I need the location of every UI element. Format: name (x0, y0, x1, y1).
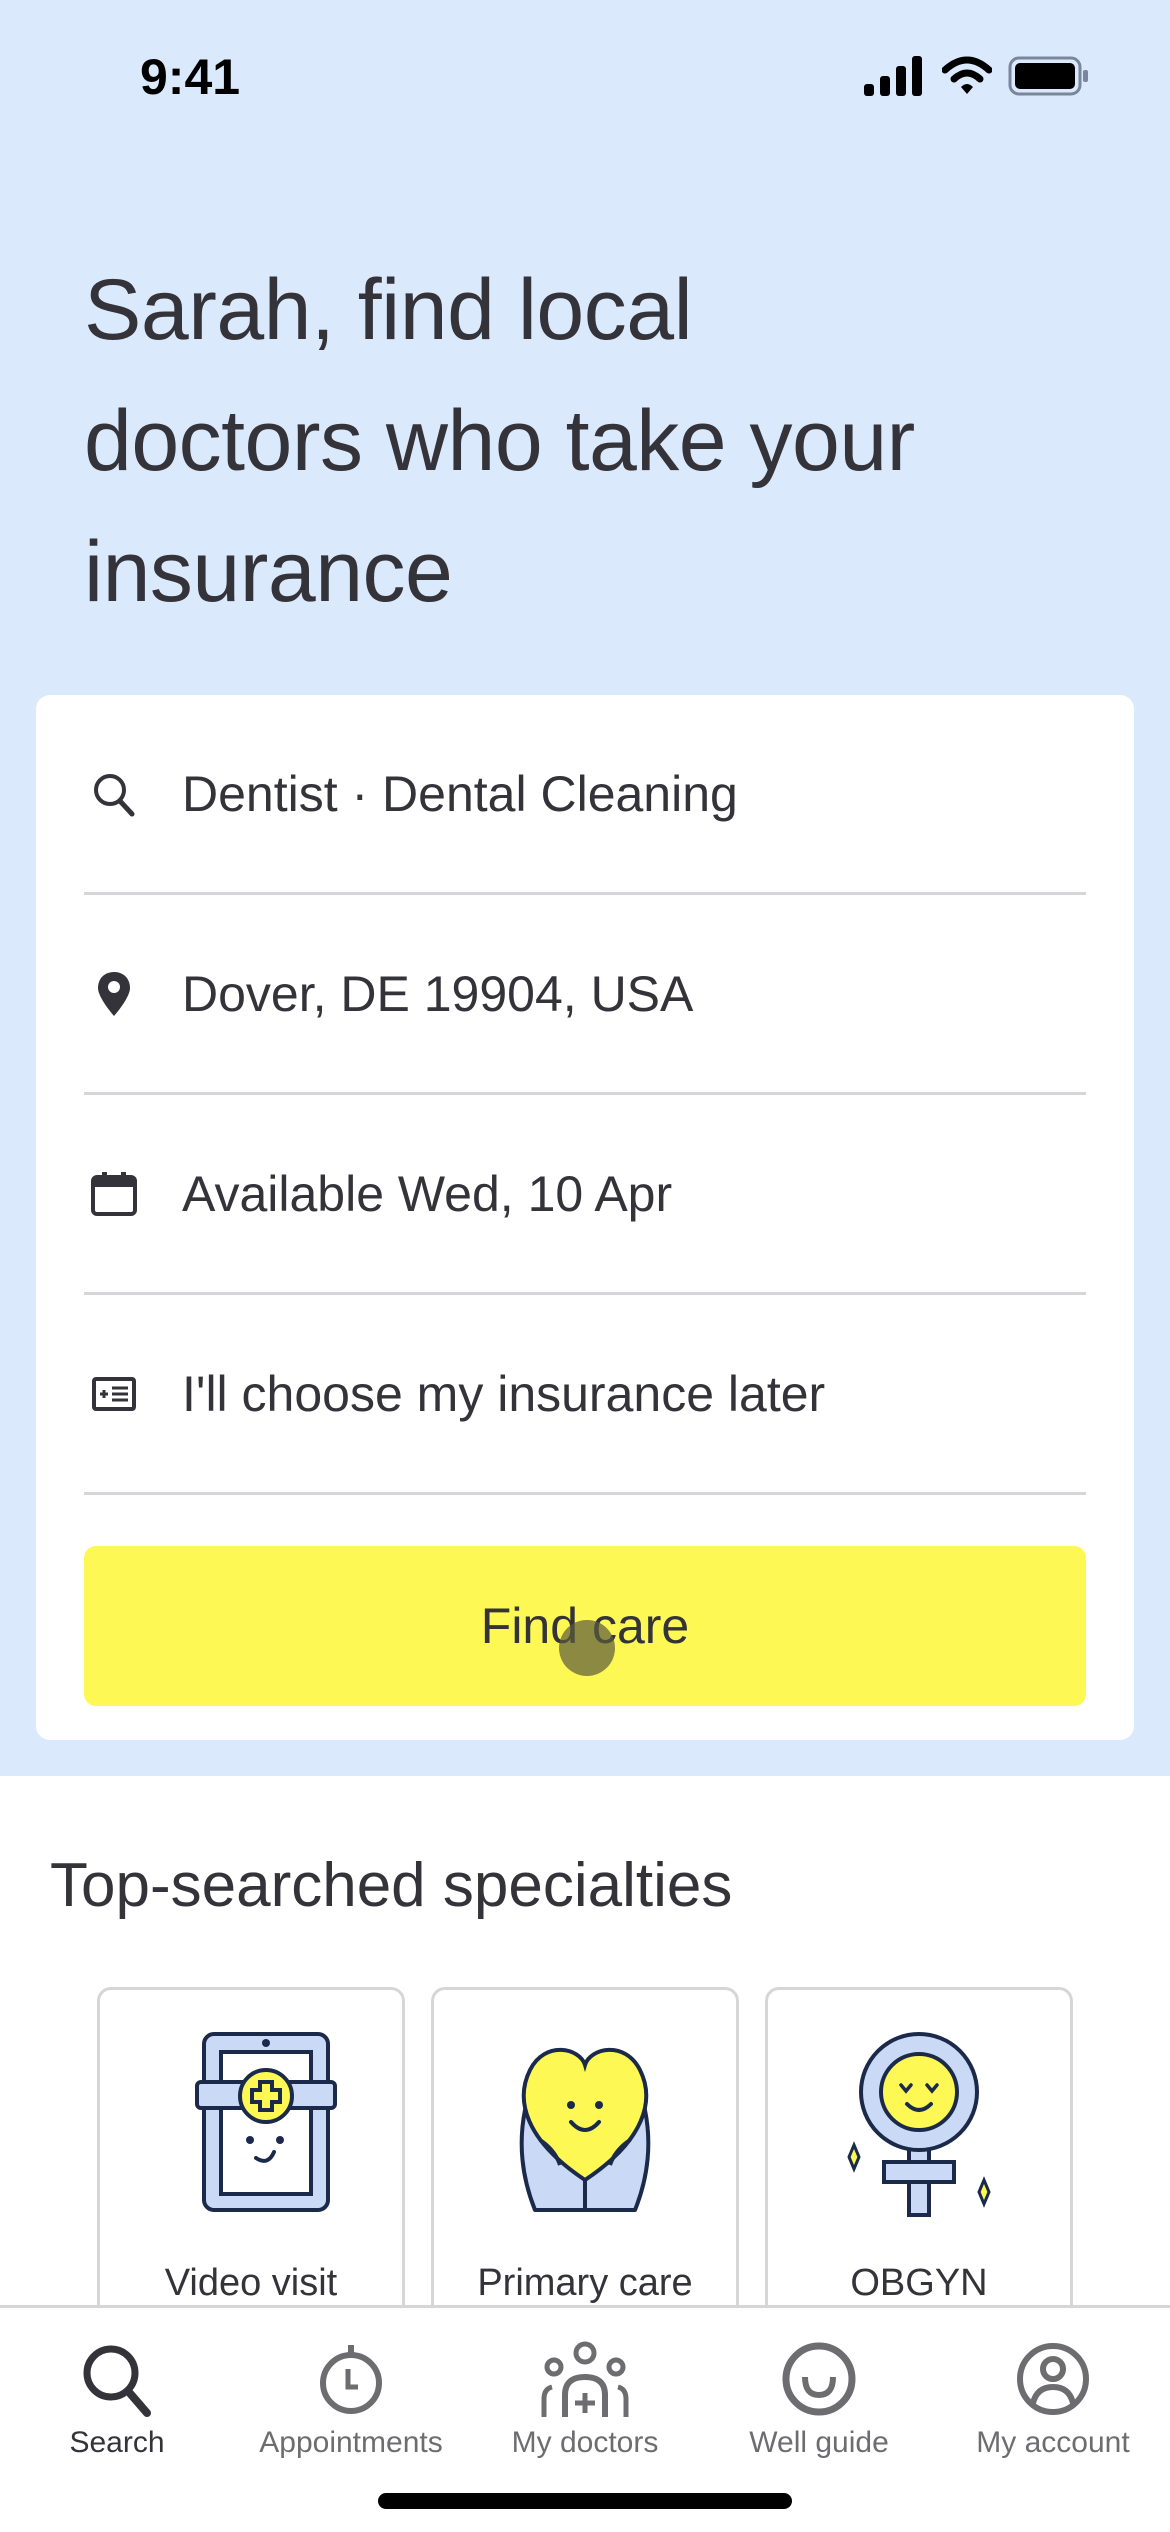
tab-label: Appointments (259, 2426, 443, 2459)
insurance-field[interactable]: I'll choose my insurance later (84, 1295, 1086, 1495)
headline-line: insurance (84, 524, 453, 620)
date-field[interactable]: Available Wed, 10 Apr (84, 1095, 1086, 1295)
tab-my-account[interactable]: My account (936, 2338, 1170, 2460)
page-headline: Sarah, find local doctors who take your … (84, 245, 1084, 638)
specialty-tile-label: OBGYN (850, 2262, 988, 2304)
touch-indicator (559, 1620, 615, 1676)
search-icon (0, 2338, 234, 2420)
location-value: Dover, DE 19904, USA (182, 965, 694, 1022)
search-icon (84, 770, 144, 818)
insurance-card-icon (84, 1376, 144, 1411)
headline-line: Sarah, find local (84, 262, 693, 358)
tab-label: My doctors (511, 2426, 659, 2459)
calendar-icon (84, 1171, 144, 1217)
location-field[interactable]: Dover, DE 19904, USA (84, 895, 1086, 1095)
home-indicator[interactable] (378, 2493, 792, 2509)
specialty-tile-label: Primary care (477, 2262, 693, 2304)
status-icons (864, 56, 1090, 96)
date-value: Available Wed, 10 Apr (182, 1165, 673, 1222)
location-pin-icon (84, 970, 144, 1018)
account-circle-icon (936, 2338, 1170, 2420)
specialty-tile-obgyn[interactable]: OBGYN (765, 1987, 1073, 2327)
specialty-tile-primary-care[interactable]: Primary care (431, 1987, 739, 2327)
signal-icon (864, 56, 922, 96)
female-symbol-icon (847, 2032, 991, 2217)
status-time: 9:41 (140, 49, 241, 105)
tab-label: My account (976, 2426, 1130, 2459)
insurance-value: I'll choose my insurance later (182, 1365, 826, 1422)
specialties-title: Top-searched specialties (50, 1851, 733, 1920)
specialty-value: Dentist · Dental Cleaning (182, 765, 738, 822)
heart-hands-icon (519, 2047, 651, 2212)
tab-label: Well guide (749, 2426, 889, 2459)
tab-label: Search (69, 2426, 165, 2459)
tab-well-guide[interactable]: Well guide (702, 2338, 936, 2460)
specialty-tile-video-visit[interactable]: Video visit (97, 1987, 405, 2327)
battery-icon (1008, 56, 1088, 96)
stopwatch-icon (234, 2338, 468, 2420)
specialty-field[interactable]: Dentist · Dental Cleaning (84, 695, 1086, 895)
headline-line: doctors who take your (84, 393, 915, 489)
doctors-group-icon (468, 2338, 702, 2420)
tab-search[interactable]: Search (0, 2338, 234, 2460)
specialty-tile-label: Video visit (164, 2262, 338, 2304)
smile-circle-icon (702, 2338, 936, 2420)
video-visit-tablet-icon (195, 2032, 337, 2212)
tab-my-doctors[interactable]: My doctors (468, 2338, 702, 2460)
wifi-icon (942, 56, 992, 94)
search-card: Dentist · Dental Cleaning Dover, DE 1990… (36, 695, 1134, 1740)
tab-appointments[interactable]: Appointments (234, 2338, 468, 2460)
